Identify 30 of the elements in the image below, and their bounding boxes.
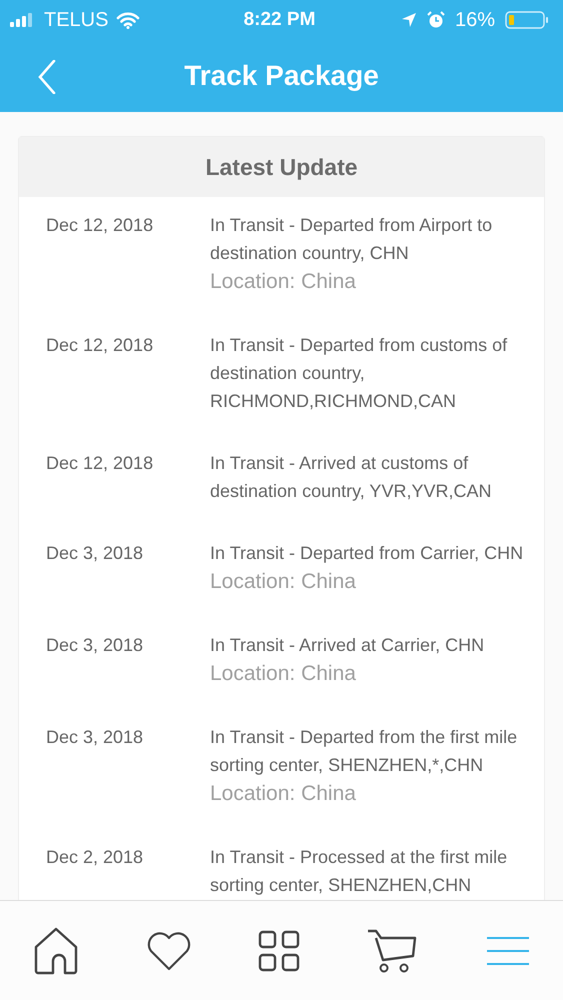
event-location: Location: China [210, 569, 357, 595]
page-title: Track Package [184, 60, 379, 92]
grid-icon[interactable] [258, 930, 300, 972]
battery-percentage: 16% [454, 8, 495, 32]
event-location: Location: China [210, 269, 357, 295]
event-description: In Transit - Departed from Airport to destination country, CHN [210, 214, 494, 265]
event-description: In Transit - Departed from the first mile sorting center, SHENZHEN,*,CHN [210, 726, 518, 777]
clock-time: 8:22 PM [244, 9, 316, 31]
event-description: In Transit - Processed at the first mile sorting center, SHENZHEN,CHN [210, 846, 508, 897]
event-date: Dec 12, 2018 [46, 452, 154, 475]
carrier-name: TELUS [44, 8, 108, 32]
battery-icon [505, 10, 549, 30]
event-location: Location: China [210, 781, 357, 807]
heart-icon[interactable] [146, 930, 192, 970]
event-description: In Transit - Arrived at customs of destination country, YVR,YVR,CAN [210, 452, 492, 503]
event-description: In Transit - Departed from Carrier, CHN [210, 542, 524, 565]
event-date: Dec 3, 2018 [46, 726, 144, 749]
event-date: Dec 12, 2018 [46, 334, 154, 357]
card-title: Latest Update [205, 154, 358, 180]
alarm-clock-icon [426, 11, 445, 29]
event-description: In Transit - Arrived at Carrier, CHN [210, 634, 484, 657]
event-date: Dec 2, 2018 [46, 846, 144, 869]
location-arrow-icon [400, 12, 417, 28]
wifi-icon [116, 12, 140, 28]
event-date: Dec 3, 2018 [46, 542, 144, 565]
event-date: Dec 3, 2018 [46, 634, 144, 657]
event-date: Dec 12, 2018 [46, 214, 154, 237]
event-description: In Transit - Departed from customs of destination country, RICHMOND,RICHMOND,CAN [210, 334, 508, 413]
home-icon[interactable] [33, 926, 80, 974]
event-location: Location: China [210, 661, 357, 687]
